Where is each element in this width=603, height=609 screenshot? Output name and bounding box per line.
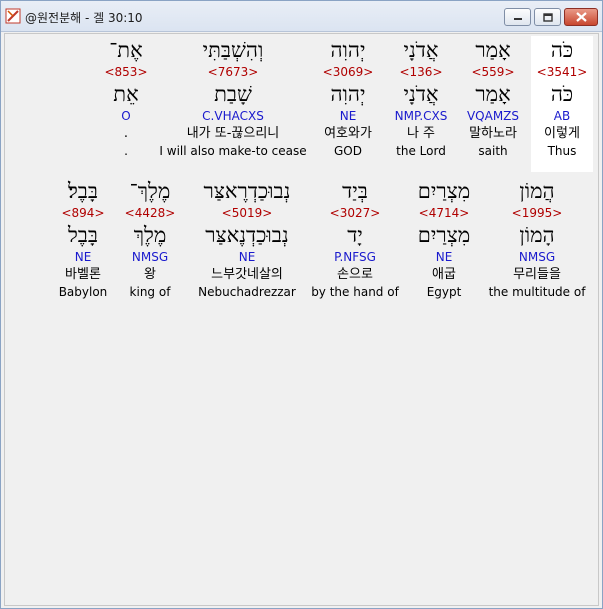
korean-gloss: 말하노라 <box>469 126 517 141</box>
morphology-code: AB <box>553 109 571 123</box>
strong-number: <894> <box>61 206 105 220</box>
word-column[interactable]: אֲדֹנָי <136> אֲדֹנָי NMP.CXS 나 주 the Lo… <box>386 36 456 172</box>
english-gloss: GOD <box>334 144 362 158</box>
window-title: @원전분해 - 겔 30:10 <box>25 11 143 25</box>
english-gloss: Babylon <box>58 285 108 299</box>
strong-number: <4428> <box>124 206 176 220</box>
english-gloss: saith <box>478 144 508 158</box>
morphology-code: P.NFSG <box>334 250 376 264</box>
korean-gloss: 손으로 <box>337 267 373 282</box>
korean-gloss: 이렇게 <box>544 126 580 141</box>
hebrew-word: הֲמוֹן <box>519 179 555 203</box>
morphology-code: NMSG <box>131 250 169 264</box>
korean-gloss: 내가 또-끊으리니 <box>186 126 280 141</box>
strong-number: <136> <box>399 65 443 79</box>
minimize-button[interactable] <box>504 8 531 26</box>
lemma-word: שָׁבַת <box>214 82 252 106</box>
strong-number: <559> <box>471 65 515 79</box>
strong-number: <7673> <box>207 65 259 79</box>
korean-gloss: 무리들을 <box>513 267 561 282</box>
english-gloss: the multitude of <box>488 285 586 299</box>
morphology-code: C.VHACXS <box>202 109 264 123</box>
hebrew-word: אֶת־ <box>109 38 143 62</box>
lemma-word: אֲדֹנָי <box>403 82 439 106</box>
morphology-code: NMP.CXS <box>394 109 448 123</box>
korean-gloss: 여호와가 <box>324 126 372 141</box>
korean-gloss: 바벨론 <box>65 267 101 282</box>
english-gloss: the Lord <box>396 144 446 158</box>
hebrew-word: בְּיַד <box>342 179 368 203</box>
word-column[interactable]: הֲמוֹן <1995> הָמוֹן NMSG 무리들을 the multi… <box>487 177 587 313</box>
word-column[interactable]: מֶלֶךְ־ <4428> מֶלֶךְ NMSG 왕 king of <box>119 177 181 313</box>
word-column[interactable]: מִצְרַיִם <4714> מִצְרַיִם NE 애굽 Egypt <box>405 177 483 313</box>
strong-number: <3069> <box>322 65 374 79</box>
maximize-icon <box>542 12 553 22</box>
english-gloss: I will also make-to cease <box>159 144 307 158</box>
lemma-word: הָמוֹן <box>519 223 555 247</box>
strong-number: <853> <box>104 65 148 79</box>
english-gloss: . <box>124 144 128 158</box>
lemma-word: כֹּה <box>550 82 574 106</box>
word-column[interactable]: כֹּה <3541> כֹּה AB 이렇게 Thus <box>531 36 593 172</box>
maximize-button[interactable] <box>534 8 561 26</box>
hebrew-word: נְבוּכַדְרֶאצַּר <box>203 179 291 203</box>
close-button[interactable] <box>564 8 598 26</box>
morphology-code: NE <box>435 250 453 264</box>
word-analysis-panel: כֹּה <3541> כֹּה AB 이렇게 Thus אָמַר <559>… <box>4 33 599 606</box>
english-gloss: Nebuchadrezzar <box>198 285 296 299</box>
hebrew-word: מִצְרַיִם <box>417 179 471 203</box>
word-column[interactable]: בָּבֶל׃ <894> בָּבֶל NE 바벨론 Babylon <box>53 177 113 313</box>
hebrew-word: יְהוִה <box>330 38 366 62</box>
english-gloss: by the hand of <box>311 285 399 299</box>
korean-gloss: . <box>123 126 129 141</box>
tool-icon <box>5 8 21 24</box>
lemma-word: יְהוִה <box>330 82 366 106</box>
word-column[interactable]: בְּיַד <3027> יָד P.NFSG 손으로 by the hand… <box>311 177 399 313</box>
korean-gloss: 나 주 <box>406 126 436 141</box>
morphology-code: NE <box>74 250 92 264</box>
lemma-word: יָד <box>347 223 363 247</box>
hebrew-word: אָמַר <box>475 38 511 62</box>
close-icon <box>575 12 587 22</box>
word-column[interactable]: נְבוּכַדְרֶאצַּר <5019> נְבוּכַדְנֶאצַּר… <box>188 177 306 313</box>
korean-gloss: 느부갓네살의 <box>211 267 283 282</box>
hebrew-word: אֲדֹנָי <box>403 38 439 62</box>
strong-number: <1995> <box>511 206 563 220</box>
morphology-code: NE <box>238 250 256 264</box>
lemma-word: מֶלֶךְ <box>133 223 167 247</box>
lemma-word: בָּבֶל <box>67 223 99 247</box>
minimize-icon <box>513 18 522 20</box>
lemma-word: נְבוּכַדְנֶאצַּר <box>205 223 289 247</box>
app-window: @원전분해 - 겔 30:10 כֹּה <3541> כֹּה AB 이렇게 <box>0 0 603 609</box>
lemma-word: אֵת <box>113 82 139 106</box>
morphology-code: O <box>121 109 131 123</box>
hebrew-word: כֹּה <box>550 38 574 62</box>
morphology-code: VQAMZS <box>466 109 520 123</box>
strong-number: <4714> <box>418 206 470 220</box>
morphology-code: NMSG <box>518 250 556 264</box>
english-gloss: king of <box>129 285 171 299</box>
hebrew-word: וְהִשְׁבַּתִּי <box>202 38 264 62</box>
word-column[interactable]: אָמַר <559> אָמַר VQAMZS 말하노라 saith <box>458 36 528 172</box>
strong-number: <3027> <box>329 206 381 220</box>
word-column[interactable]: וְהִשְׁבַּתִּי <7673> שָׁבַת C.VHACXS 내가… <box>158 36 308 172</box>
strong-number: <3541> <box>536 65 588 79</box>
strong-number: <5019> <box>221 206 273 220</box>
hebrew-word: מֶלֶךְ־ <box>129 179 171 203</box>
english-gloss: Egypt <box>426 285 462 299</box>
morphology-code: NE <box>339 109 357 123</box>
title-bar[interactable]: @원전분해 - 겔 30:10 <box>1 1 602 32</box>
korean-gloss: 왕 <box>144 267 156 282</box>
english-gloss: Thus <box>547 144 577 158</box>
lemma-word: אָמַר <box>475 82 511 106</box>
word-column[interactable]: אֶת־ <853> אֵת O . . <box>97 36 155 172</box>
word-column[interactable]: יְהוִה <3069> יְהוִה NE 여호와가 GOD <box>313 36 383 172</box>
hebrew-word: בָּבֶל׃ <box>67 179 99 203</box>
korean-gloss: 애굽 <box>432 267 456 282</box>
lemma-word: מִצְרַיִם <box>417 223 471 247</box>
